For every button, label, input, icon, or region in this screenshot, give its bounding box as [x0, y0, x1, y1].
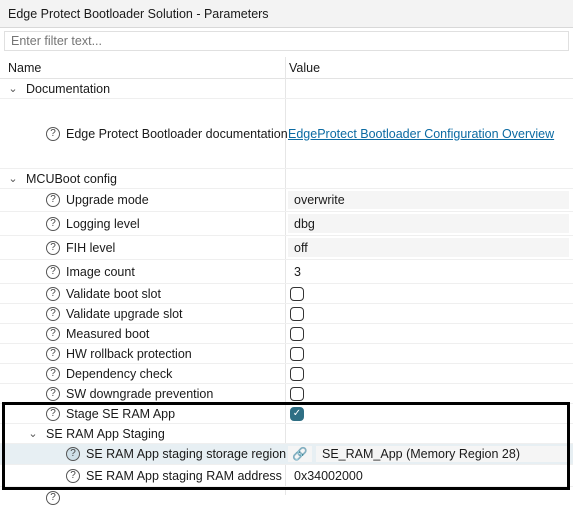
row-image-count[interactable]: ? Image count 3 [0, 260, 573, 284]
row-cut-off: ? [0, 488, 573, 508]
group-label: SE RAM App Staging [46, 426, 165, 441]
row-label: FIH level [66, 240, 116, 255]
dependency-check-checkbox[interactable] [290, 366, 304, 381]
help-circle-icon[interactable]: ? [46, 264, 60, 279]
row-label: Dependency check [66, 366, 173, 381]
row-label: Measured boot [66, 326, 150, 341]
row-dependency-check[interactable]: ? Dependency check [0, 364, 573, 384]
storage-region-select[interactable]: SE_RAM_App (Memory Region 28) [316, 446, 569, 462]
validate-upgrade-slot-checkbox[interactable] [290, 306, 304, 321]
chevron-down-icon[interactable]: ⌄ [6, 82, 20, 95]
help-circle-icon[interactable]: ? [46, 306, 60, 321]
validate-boot-slot-checkbox[interactable] [290, 286, 304, 301]
image-count-input[interactable]: 3 [288, 262, 569, 281]
help-circle-icon[interactable]: ? [46, 326, 60, 341]
fih-level-select[interactable]: off [288, 238, 569, 257]
row-documentation[interactable]: ? Edge Protect Bootloader documentation … [0, 99, 573, 169]
group-label: Documentation [26, 81, 111, 96]
chevron-down-icon[interactable]: ⌄ [26, 427, 40, 440]
row-validate-boot-slot[interactable]: ? Validate boot slot [0, 284, 573, 304]
row-measured-boot[interactable]: ? Measured boot [0, 324, 573, 344]
help-circle-icon: ? [46, 491, 60, 505]
stage-se-ram-checkbox[interactable]: ✓ [290, 406, 304, 421]
help-circle-icon[interactable]: ? [46, 216, 60, 231]
row-label: HW rollback protection [66, 346, 192, 361]
measured-boot-checkbox[interactable] [290, 326, 304, 341]
help-circle-icon[interactable]: ? [46, 406, 60, 421]
column-header-value[interactable]: Value [289, 57, 320, 79]
hw-rollback-checkbox[interactable] [290, 346, 304, 361]
filter-input[interactable] [4, 31, 569, 51]
help-circle-icon[interactable]: ? [46, 386, 60, 401]
row-label: Stage SE RAM App [66, 406, 176, 421]
row-label: Image count [66, 264, 135, 279]
row-label: Upgrade mode [66, 193, 149, 207]
row-label: Validate upgrade slot [66, 306, 183, 321]
row-stage-se-ram[interactable]: ? Stage SE RAM App ✓ [0, 404, 573, 424]
help-circle-icon[interactable]: ? [46, 240, 60, 255]
row-label: Validate boot slot [66, 286, 161, 301]
row-validate-upgrade-slot[interactable]: ? Validate upgrade slot [0, 304, 573, 324]
row-label: SE RAM App staging storage region [86, 447, 287, 461]
row-label: SW downgrade prevention [66, 386, 214, 401]
sw-downgrade-checkbox[interactable] [290, 386, 304, 401]
upgrade-mode-select[interactable]: overwrite [288, 191, 569, 209]
row-label: SE RAM App staging RAM address [86, 468, 282, 483]
group-se-ram-staging[interactable]: ⌄ SE RAM App Staging [0, 424, 573, 444]
row-label: Logging level [66, 216, 140, 231]
help-circle-icon[interactable]: ? [46, 286, 60, 301]
help-circle-icon[interactable]: ? [46, 126, 60, 141]
row-label: Edge Protect Bootloader documentation [66, 126, 288, 141]
link-icon[interactable]: 🔗 [288, 446, 312, 462]
help-circle-icon[interactable]: ? [66, 447, 80, 461]
row-ram-address[interactable]: ? SE RAM App staging RAM address 0x340020… [0, 465, 573, 487]
window-title: Edge Protect Bootloader Solution - Param… [0, 0, 573, 28]
group-label: MCUBoot config [26, 171, 118, 186]
help-circle-icon[interactable]: ? [46, 193, 60, 207]
ram-address-input[interactable]: 0x34002000 [288, 467, 569, 484]
logging-level-select[interactable]: dbg [288, 214, 569, 233]
row-fih-level[interactable]: ? FIH level off [0, 236, 573, 260]
row-hw-rollback[interactable]: ? HW rollback protection [0, 344, 573, 364]
row-logging-level[interactable]: ? Logging level dbg [0, 212, 573, 236]
row-upgrade-mode[interactable]: ? Upgrade mode overwrite [0, 189, 573, 212]
group-documentation[interactable]: ⌄ Documentation [0, 79, 573, 99]
row-storage-region[interactable]: ? SE RAM App staging storage region 🔗 SE_… [0, 444, 573, 465]
help-circle-icon[interactable]: ? [46, 346, 60, 361]
column-header-name[interactable]: Name [8, 57, 41, 79]
help-circle-icon[interactable]: ? [46, 366, 60, 381]
group-mcuboot[interactable]: ⌄ MCUBoot config [0, 169, 573, 189]
table-header: Name Value [0, 57, 573, 79]
documentation-link[interactable]: EdgeProtect Bootloader Configuration Ove… [288, 127, 554, 141]
chevron-down-icon[interactable]: ⌄ [6, 172, 20, 185]
help-circle-icon[interactable]: ? [66, 468, 80, 483]
row-sw-downgrade[interactable]: ? SW downgrade prevention [0, 384, 573, 404]
